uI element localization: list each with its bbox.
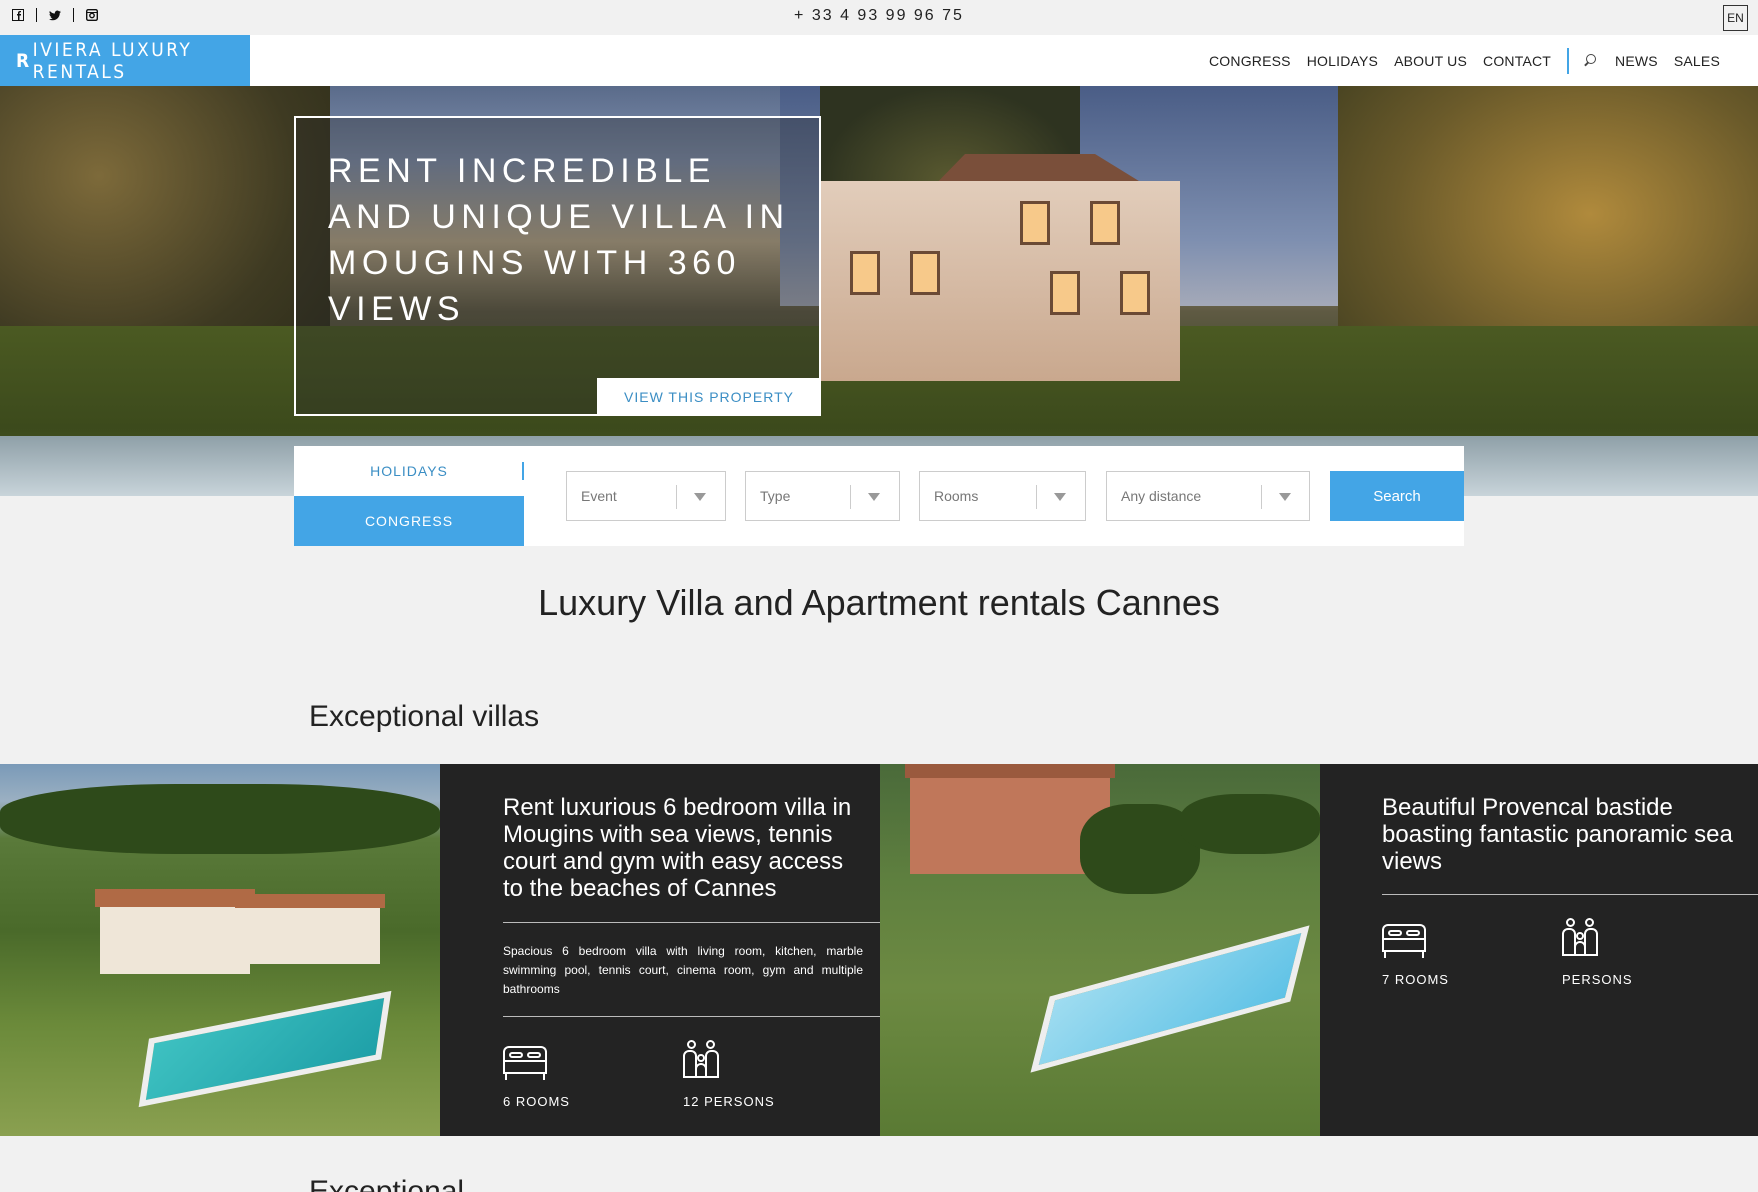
search-panel: HOLIDAYS CONGRESS Event Type Rooms Any d…	[294, 446, 1464, 546]
villa-description: Spacious 6 bedroom villa with living roo…	[503, 944, 863, 996]
window	[1090, 201, 1120, 245]
rooms-count: 7 ROOMS	[1382, 972, 1449, 987]
tab-holidays[interactable]: HOLIDAYS	[294, 446, 524, 496]
persons-feature: 12 PERSONS	[683, 1040, 775, 1109]
distance-select-value: Any distance	[1121, 488, 1202, 504]
villa-list: Rent luxurious 6 bedroom villa in Mougin…	[0, 764, 1758, 1136]
next-section-title: Exceptional	[309, 1175, 465, 1192]
villa-image[interactable]	[0, 764, 440, 1136]
section-title: Exceptional villas	[309, 700, 540, 733]
logo-text: IVIERA LUXURY RENTALS	[32, 38, 193, 83]
chevron-down-icon	[868, 493, 880, 501]
type-select-value: Type	[760, 488, 791, 504]
persons-feature: PERSONS	[1562, 918, 1633, 987]
nav-divider	[1567, 47, 1570, 74]
villa-card[interactable]: Beautiful Provencal bastide boasting fan…	[1320, 764, 1758, 1136]
event-select-value: Event	[581, 488, 617, 504]
select-divider	[676, 485, 677, 509]
rooms-select[interactable]: Rooms	[919, 471, 1086, 521]
chevron-down-icon	[694, 493, 706, 501]
select-divider	[1036, 485, 1037, 509]
language-selector[interactable]: EN	[1723, 5, 1748, 31]
main-navbar: R IVIERA LUXURY RENTALS CONGRESS HOLIDAYS…	[0, 35, 1758, 86]
persons-count: PERSONS	[1562, 972, 1633, 987]
villa-roof	[235, 894, 385, 908]
window	[1020, 201, 1050, 245]
rooms-feature: 6 ROOMS	[503, 1046, 570, 1109]
persons-count: 12 PERSONS	[683, 1094, 775, 1109]
nav-item-sales[interactable]: SALES	[1674, 53, 1720, 69]
tree-line	[0, 784, 440, 854]
window	[910, 251, 940, 295]
rooms-select-value: Rooms	[934, 488, 979, 504]
villa-title: Beautiful Provencal bastide boasting fan…	[1382, 794, 1733, 875]
swimming-pool	[1030, 925, 1310, 1073]
hero-villa-image	[820, 181, 1180, 381]
search-icon[interactable]	[1583, 53, 1597, 68]
family-icon	[1562, 918, 1600, 958]
divider	[503, 922, 880, 923]
logo-mark: R	[16, 49, 32, 72]
window	[1050, 271, 1080, 315]
chevron-down-icon	[1054, 493, 1066, 501]
family-icon	[683, 1040, 721, 1080]
tab-congress[interactable]: CONGRESS	[294, 496, 524, 546]
chevron-down-icon	[1279, 493, 1291, 501]
villa-title: Rent luxurious 6 bedroom villa in Mougin…	[503, 794, 852, 902]
divider	[1382, 894, 1758, 895]
select-divider	[1261, 485, 1262, 509]
nav-item-about-us[interactable]: ABOUT US	[1394, 53, 1467, 69]
villa-building	[100, 904, 250, 974]
tree-line	[1180, 794, 1320, 854]
page-title: Luxury Villa and Apartment rentals Canne…	[538, 582, 1220, 623]
villa-building	[240, 904, 380, 964]
view-property-button[interactable]: VIEW THIS PROPERTY	[597, 378, 821, 416]
nav-item-congress[interactable]: CONGRESS	[1209, 53, 1291, 69]
search-button[interactable]: Search	[1330, 471, 1464, 521]
tab-divider	[522, 462, 524, 480]
event-select[interactable]: Event	[566, 471, 726, 521]
hero-card: RENT INCREDIBLE AND UNIQUE VILLA IN MOUG…	[294, 116, 821, 416]
site-logo[interactable]: R IVIERA LUXURY RENTALS	[0, 35, 250, 86]
hero-title: RENT INCREDIBLE AND UNIQUE VILLA IN MOUG…	[328, 152, 790, 328]
nav-item-holidays[interactable]: HOLIDAYS	[1307, 53, 1378, 69]
nav-item-contact[interactable]: CONTACT	[1483, 53, 1551, 69]
select-divider	[850, 485, 851, 509]
top-bar: + 33 4 93 99 96 75 EN	[0, 0, 1758, 35]
hero-banner	[0, 86, 1758, 496]
rooms-count: 6 ROOMS	[503, 1094, 570, 1109]
rooms-feature: 7 ROOMS	[1382, 924, 1449, 987]
tab-holidays-label: HOLIDAYS	[370, 463, 448, 479]
nav-item-news[interactable]: NEWS	[1615, 53, 1658, 69]
bed-icon	[1382, 924, 1426, 958]
villa-card[interactable]: Rent luxurious 6 bedroom villa in Mougin…	[440, 764, 880, 1136]
distance-select[interactable]: Any distance	[1106, 471, 1310, 521]
window	[850, 251, 880, 295]
window	[1120, 271, 1150, 315]
villa-image[interactable]	[880, 764, 1320, 1136]
bed-icon	[503, 1046, 547, 1080]
type-select[interactable]: Type	[745, 471, 900, 521]
villa-roof	[95, 889, 255, 907]
bastide-roof	[905, 764, 1115, 778]
nav-menu: CONGRESS HOLIDAYS ABOUT US CONTACT NEWS …	[1193, 35, 1720, 86]
swimming-pool	[138, 990, 392, 1108]
divider	[503, 1016, 880, 1017]
phone-number[interactable]: + 33 4 93 99 96 75	[0, 7, 1758, 25]
